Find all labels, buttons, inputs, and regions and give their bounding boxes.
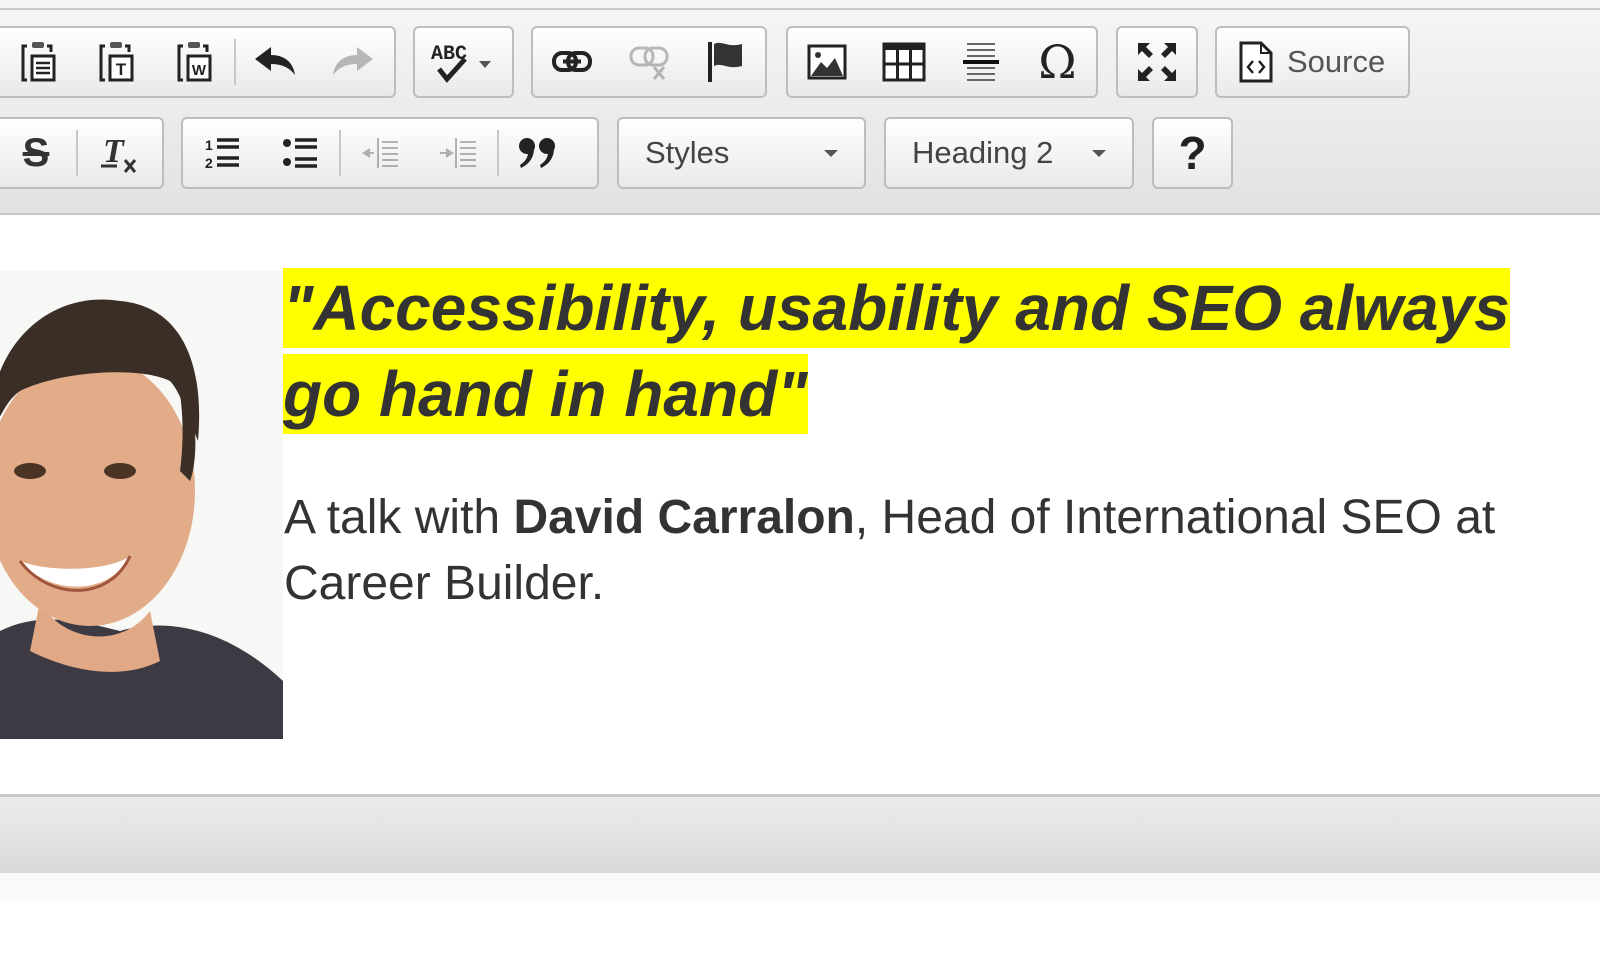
table-button[interactable]: [865, 28, 942, 96]
page-below-editor: [0, 873, 1600, 900]
source-button[interactable]: Source: [1215, 26, 1410, 98]
numbered-list-icon: 12: [203, 134, 241, 172]
spellcheck-button[interactable]: ABC: [416, 28, 512, 96]
paste-button[interactable]: [0, 28, 78, 96]
svg-text:W: W: [192, 62, 207, 79]
bulleted-list-button[interactable]: [261, 119, 339, 187]
paste-text-icon: T: [97, 40, 137, 84]
anchor-button[interactable]: [688, 28, 765, 96]
bulleted-list-icon: [281, 134, 319, 172]
undo-button[interactable]: [236, 28, 314, 96]
maximize-icon: [1136, 41, 1178, 83]
editor-bottom-bar: [0, 794, 1600, 876]
anchor-flag-icon: [706, 40, 746, 84]
heading-line-1: "Accessibility, usability and SEO always: [283, 268, 1510, 348]
lede-prefix: A talk with: [284, 491, 514, 544]
remove-format-button[interactable]: T: [78, 119, 160, 187]
clipboard-undo-group: T W: [0, 26, 396, 98]
maximize-button[interactable]: [1118, 28, 1196, 96]
paste-word-button[interactable]: W: [156, 28, 234, 96]
lists-group: 12: [181, 117, 599, 189]
maximize-group: [1116, 26, 1198, 98]
blockquote-button[interactable]: [499, 119, 577, 187]
content-paragraph[interactable]: A talk with David Carralon, Head of Inte…: [284, 485, 1495, 617]
link-icon: [551, 48, 593, 76]
svg-text:1: 1: [205, 137, 213, 153]
chevron-down-icon: [824, 149, 838, 157]
redo-icon: [331, 45, 375, 79]
table-icon: [882, 42, 926, 82]
insert-group: Ω: [786, 26, 1098, 98]
spellcheck-group: ABC: [413, 26, 514, 98]
unlink-icon: [628, 43, 670, 81]
paste-text-button[interactable]: T: [78, 28, 156, 96]
chevron-down-icon: [1092, 149, 1106, 157]
indent-button[interactable]: [419, 119, 497, 187]
editor-top-border: [0, 0, 1600, 10]
svg-text:T: T: [103, 133, 125, 170]
lede-name: David Carralon: [513, 491, 855, 544]
styles-dropdown[interactable]: Styles: [617, 117, 866, 189]
help-question-icon: ?: [1178, 127, 1207, 179]
image-icon: [807, 44, 847, 80]
link-button[interactable]: [533, 28, 610, 96]
spellcheck-icon: ABC: [429, 39, 499, 85]
svg-text:2: 2: [205, 155, 213, 171]
image-button[interactable]: [788, 28, 865, 96]
help-button[interactable]: ?: [1152, 117, 1233, 189]
svg-text:T: T: [116, 60, 127, 79]
horizontal-line-icon: [961, 40, 1001, 84]
outdent-icon: [360, 136, 400, 170]
source-label: Source: [1287, 44, 1386, 79]
strikethrough-button[interactable]: S: [0, 119, 76, 187]
lede-line-2: Career Builder.: [284, 557, 605, 610]
redo-button[interactable]: [314, 28, 392, 96]
unlink-button[interactable]: [610, 28, 687, 96]
lede-suffix: , Head of International SEO at: [854, 491, 1496, 544]
indent-icon: [438, 136, 478, 170]
styles-dropdown-value: Styles: [645, 135, 730, 170]
outdent-button[interactable]: [341, 119, 419, 187]
portrait-photo-icon: [0, 271, 283, 739]
blockquote-icon: [517, 136, 559, 170]
undo-icon: [253, 45, 297, 79]
paste-word-icon: W: [175, 40, 215, 84]
heading-line-2: go hand in hand": [283, 354, 808, 434]
horizontal-line-button[interactable]: [942, 28, 1019, 96]
strikethrough-icon: S: [22, 130, 50, 175]
numbered-list-button[interactable]: 12: [183, 119, 261, 187]
format-dropdown-value: Heading 2: [912, 135, 1054, 170]
paste-icon: [19, 40, 59, 84]
format-dropdown[interactable]: Heading 2: [884, 117, 1134, 189]
remove-format-icon: T: [99, 132, 139, 174]
special-char-button[interactable]: Ω: [1019, 28, 1096, 96]
editor-toolbar: T W ABC Ω Source S T 1 2 Styles Heading …: [0, 10, 1600, 215]
links-group: [531, 26, 767, 98]
source-file-icon: [1239, 41, 1273, 83]
editor-content-area[interactable]: "Accessibility, usability and SEO always…: [0, 215, 1600, 795]
content-heading[interactable]: "Accessibility, usability and SEO always…: [283, 265, 1600, 437]
basic-styles-group: S T: [0, 117, 164, 189]
omega-icon: Ω: [1038, 35, 1077, 89]
